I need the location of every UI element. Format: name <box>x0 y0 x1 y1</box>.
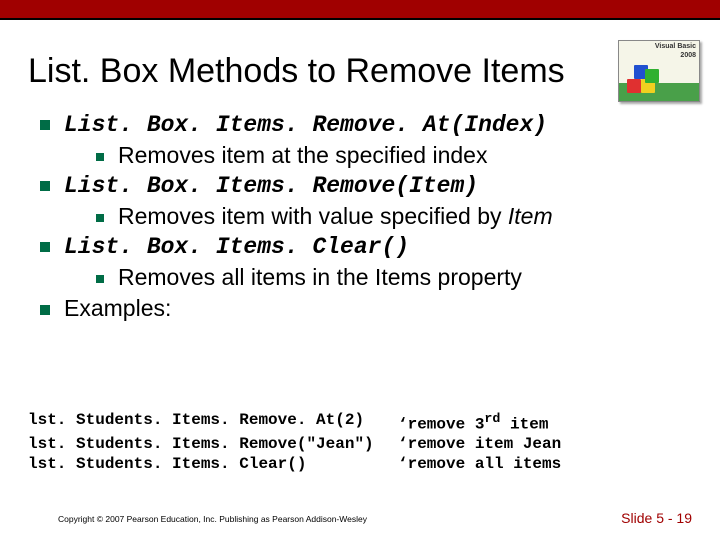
example-comment: ‘remove all items <box>398 454 561 474</box>
bullet-3a-text: Removes all items in the Items property <box>118 264 522 291</box>
bullet-4-text: Examples: <box>64 295 171 322</box>
example-code: lst. Students. Items. Remove("Jean") <box>28 434 398 454</box>
content-area: List. Box. Items. Remove. At(Index) Remo… <box>40 112 690 326</box>
copyright-text: Copyright © 2007 Pearson Education, Inc.… <box>58 514 367 524</box>
logo-text-2: 2008 <box>619 50 699 59</box>
example-code: lst. Students. Items. Clear() <box>28 454 398 474</box>
example-comment: ‘remove 3rd item <box>398 410 548 434</box>
bullet-2a: Removes item with value specified by Ite… <box>96 203 690 230</box>
example-row: lst. Students. Items. Remove("Jean") ‘re… <box>28 434 700 454</box>
bullet-icon <box>96 275 104 283</box>
blocks-icon <box>627 59 661 93</box>
bullet-2-text: List. Box. Items. Remove(Item) <box>64 173 478 199</box>
example-row: lst. Students. Items. Remove. At(2) ‘rem… <box>28 410 700 434</box>
bullet-icon <box>40 120 50 130</box>
bullet-icon <box>96 214 104 222</box>
bullet-icon <box>40 242 50 252</box>
bullet-1: List. Box. Items. Remove. At(Index) <box>40 112 690 138</box>
page-title: List. Box Methods to Remove Items <box>28 52 565 91</box>
example-row: lst. Students. Items. Clear() ‘remove al… <box>28 454 700 474</box>
bullet-icon <box>96 153 104 161</box>
bullet-icon <box>40 181 50 191</box>
book-logo: Visual Basic 2008 <box>618 40 700 102</box>
bullet-2a-text: Removes item with value specified by Ite… <box>118 203 553 230</box>
example-code: lst. Students. Items. Remove. At(2) <box>28 410 398 434</box>
bullet-3a: Removes all items in the Items property <box>96 264 690 291</box>
bullet-2: List. Box. Items. Remove(Item) <box>40 173 690 199</box>
bullet-icon <box>40 305 50 315</box>
logo-text-1: Visual Basic <box>619 41 699 50</box>
bullet-4: Examples: <box>40 295 690 322</box>
bullet-3: List. Box. Items. Clear() <box>40 234 690 260</box>
bullet-3-text: List. Box. Items. Clear() <box>64 234 409 260</box>
example-comment: ‘remove item Jean <box>398 434 561 454</box>
examples-block: lst. Students. Items. Remove. At(2) ‘rem… <box>28 410 700 474</box>
slide-number: Slide 5 - 19 <box>621 510 692 526</box>
top-bar <box>0 0 720 20</box>
bullet-1a: Removes item at the specified index <box>96 142 690 169</box>
bullet-1-text: List. Box. Items. Remove. At(Index) <box>64 112 547 138</box>
bullet-1a-text: Removes item at the specified index <box>118 142 487 169</box>
